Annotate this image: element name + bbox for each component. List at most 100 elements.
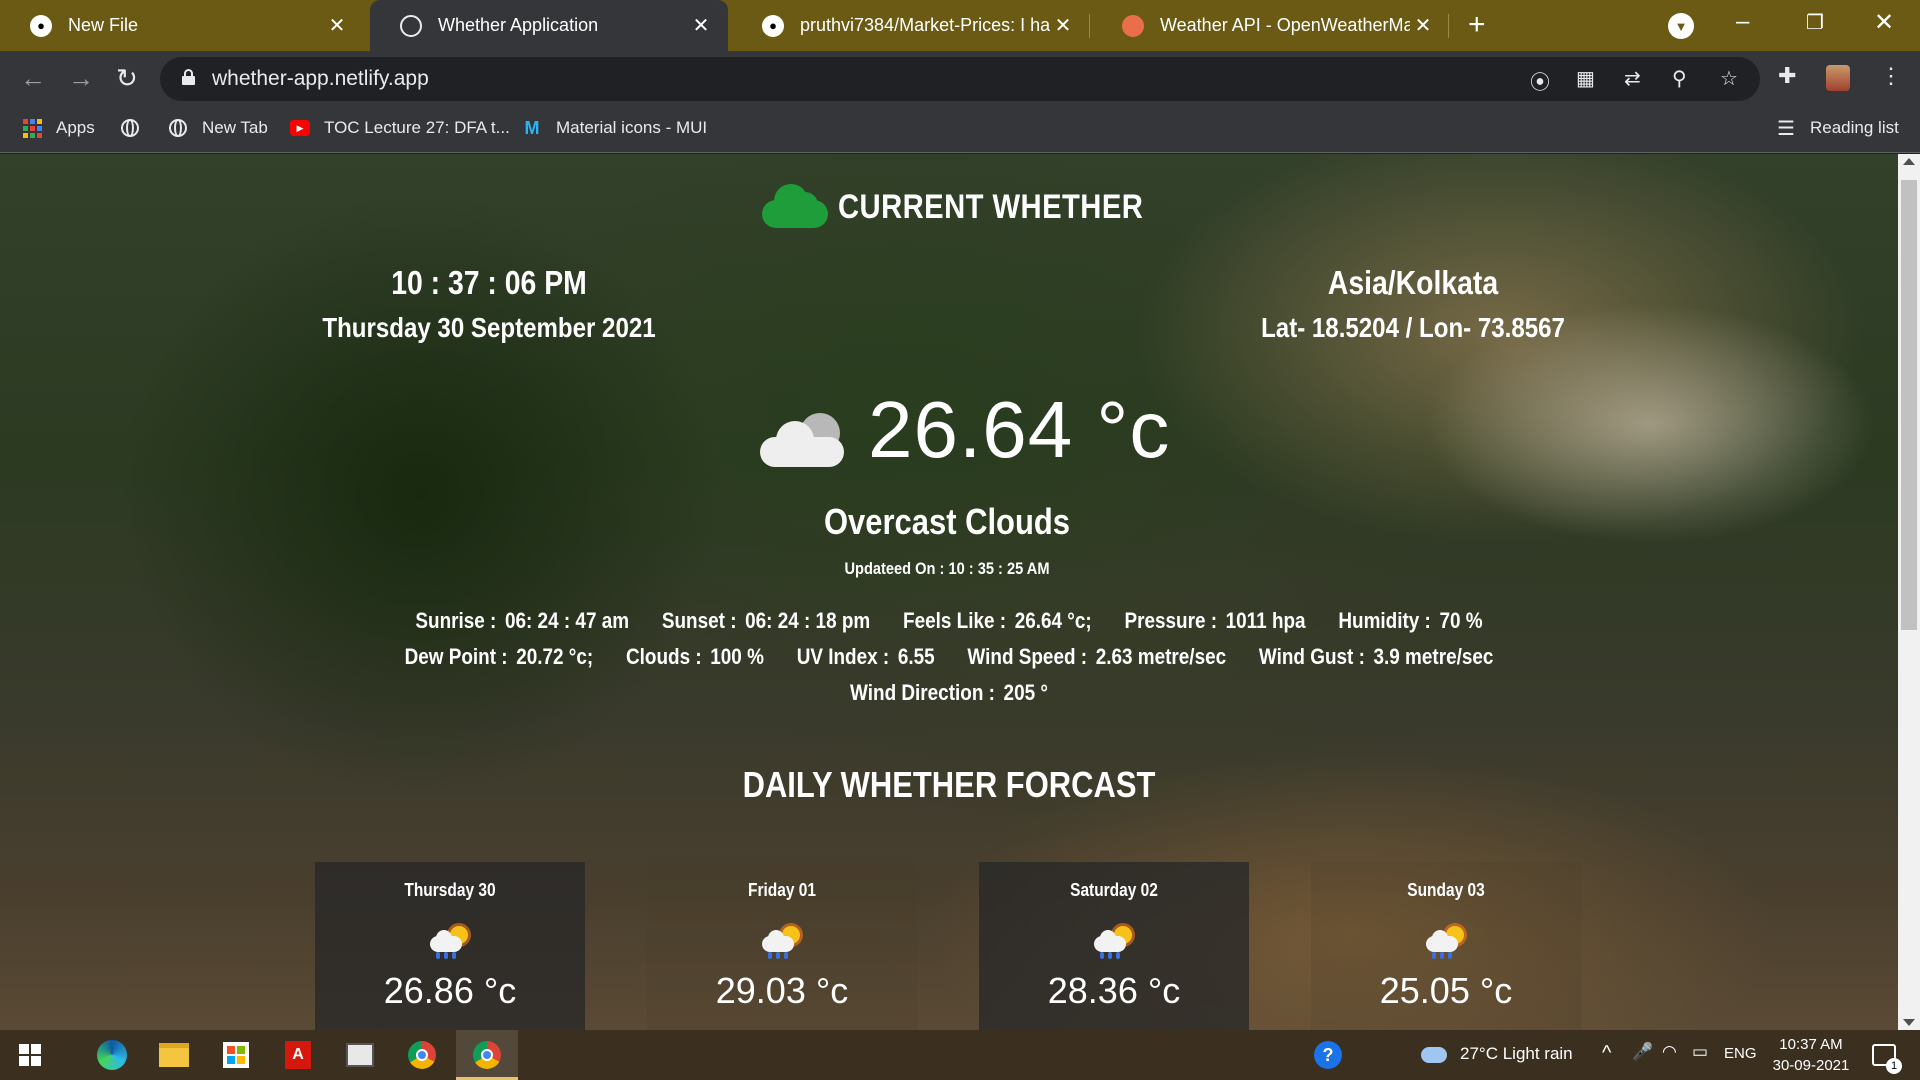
forecast-card[interactable]: Friday 01 29.03 °c [647, 862, 917, 1030]
taskbar-weather[interactable]: 27°C Light rain [1460, 1044, 1573, 1064]
tab-title: Whether Application [438, 15, 599, 35]
forecast-title: DAILY WHETHER FORCAST [742, 764, 1156, 805]
tab-openweathermap[interactable]: Weather API - OpenWeatherMap ✕ [1092, 0, 1450, 51]
tab-new-file[interactable]: ● New File ✕ [0, 0, 364, 51]
reading-list-label: Reading list [1810, 118, 1899, 137]
reading-list[interactable]: ☰ Reading list [1776, 118, 1899, 140]
notification-count: 1 [1886, 1058, 1902, 1074]
globe-icon [168, 118, 188, 138]
address-bar[interactable]: whether-app.netlify.app ⦿ ▦ ⇄ ⚲ ☆ [160, 57, 1760, 101]
location-icon[interactable]: ⦿ [1530, 66, 1550, 95]
url-text[interactable]: whether-app.netlify.app [212, 67, 429, 91]
overcast-clouds-icon [760, 409, 850, 469]
extensions-icon[interactable]: ✚ [1778, 63, 1796, 89]
forecast-day: Saturday 02 [1070, 880, 1158, 900]
stats-row-2: Dew Point :20.72 °c; Clouds :100 % UV In… [0, 644, 1898, 670]
new-tab-icon[interactable]: + [1468, 8, 1486, 42]
globe-icon [120, 118, 140, 138]
chevron-up-icon[interactable]: ^ [1602, 1042, 1611, 1065]
cloud-logo-icon [762, 182, 828, 228]
mui-icon: M [524, 117, 540, 138]
forecast-temp: 25.05 °c [1379, 970, 1513, 1011]
bookmark-new-tab[interactable]: New Tab [168, 118, 268, 138]
windows-taskbar: A ? 27°C Light rain ^ 🎤 ◠ ▭ ENG 10:37 AM… [0, 1030, 1920, 1080]
reload-icon[interactable]: ↻ [116, 63, 138, 94]
edge-icon[interactable] [96, 1039, 128, 1071]
close-icon[interactable]: ✕ [324, 13, 350, 38]
battery-icon[interactable]: ▭ [1692, 1042, 1708, 1062]
github-icon: ● [762, 14, 784, 37]
scroll-up-icon[interactable] [1903, 158, 1915, 165]
chrome-icon[interactable] [406, 1039, 438, 1071]
scroll-down-icon[interactable] [1903, 1019, 1915, 1026]
stat-humidity: Humidity :70 % [1338, 608, 1483, 633]
translate-icon[interactable]: ⇄ [1624, 66, 1641, 91]
chrome-profile-icon[interactable] [471, 1039, 503, 1071]
microsoft-store-icon[interactable] [220, 1039, 252, 1071]
stat-clouds: Clouds :100 % [625, 644, 764, 669]
page-scrollbar[interactable] [1898, 154, 1920, 1030]
acrobat-icon[interactable]: A [282, 1039, 314, 1071]
close-icon[interactable]: ✕ [688, 13, 714, 38]
tab-search-icon[interactable]: ▼ [1668, 13, 1694, 39]
bookmark-label: TOC Lecture 27: DFA t... [324, 118, 510, 137]
wifi-icon[interactable]: ◠ [1662, 1042, 1677, 1062]
lat-lon: Lat- 18.5204 / Lon- 73.8567 [1261, 312, 1565, 343]
forecast-day: Sunday 03 [1407, 880, 1485, 900]
tab-strip: ● New File ✕ Whether Application ✕ ● pru… [0, 0, 1920, 51]
tab-whether-application[interactable]: Whether Application ✕ [370, 0, 728, 51]
stat-pressure: Pressure :1011 hpa [1124, 608, 1306, 633]
tab-separator [1448, 14, 1449, 38]
forecast-day: Thursday 30 [404, 880, 496, 900]
weather-description: Overcast Clouds [823, 501, 1071, 542]
close-icon[interactable]: ✕ [1410, 13, 1436, 38]
apps-icon [22, 118, 42, 138]
system-clock[interactable]: 10:37 AM 30-09-2021 [1766, 1034, 1856, 1076]
bookmark-star-icon[interactable]: ☆ [1720, 66, 1738, 91]
stats-row-3: Wind Direction :205 ° [0, 680, 1898, 706]
tab-separator [1089, 14, 1090, 38]
rain-sun-icon [428, 926, 472, 960]
forecast-card[interactable]: Sunday 03 25.05 °c [1311, 862, 1581, 1030]
stat-wind-gust: Wind Gust :3.9 metre/sec [1258, 644, 1494, 669]
bookmark-toc-lecture[interactable]: ▶ TOC Lecture 27: DFA t... [290, 118, 510, 138]
current-date: Thursday 30 September 2021 [322, 312, 656, 343]
minimize-icon[interactable]: – [1736, 8, 1749, 36]
zoom-icon[interactable]: ⚲ [1672, 66, 1687, 91]
profile-avatar[interactable] [1826, 65, 1850, 91]
window-close-icon[interactable]: ✕ [1874, 8, 1894, 37]
back-icon[interactable]: ← [20, 63, 46, 94]
forecast-temp: 29.03 °c [715, 970, 849, 1011]
restore-icon[interactable]: ❐ [1806, 10, 1824, 35]
youtube-icon: ▶ [290, 118, 310, 138]
bookmark-apps[interactable]: Apps [22, 118, 95, 138]
bookmarks-bar: Apps New Tab ▶ TOC Lecture 27: DFA t... … [0, 106, 1920, 153]
stat-uv-index: UV Index :6.55 [796, 644, 935, 669]
forecast-card[interactable]: Thursday 30 26.86 °c [315, 862, 585, 1030]
snipping-tool-icon[interactable] [344, 1039, 376, 1071]
notifications-icon[interactable]: 1 [1868, 1039, 1902, 1074]
file-explorer-icon[interactable] [158, 1039, 190, 1071]
qr-code-icon[interactable]: ▦ [1576, 66, 1595, 91]
openweathermap-icon [1122, 14, 1144, 37]
forward-icon[interactable]: → [68, 63, 94, 94]
bookmark-material-icons[interactable]: M Material icons - MUI [522, 117, 708, 138]
tab-market-prices[interactable]: ● pruthvi7384/Market-Prices: I have c ✕ [732, 0, 1090, 51]
weather-cloud-icon[interactable] [1418, 1039, 1450, 1071]
windows-start-icon[interactable] [14, 1039, 46, 1071]
help-icon[interactable]: ? [1312, 1039, 1344, 1071]
page-title: CURRENT WHETHER [838, 188, 1144, 226]
forecast-temp: 26.86 °c [383, 970, 517, 1011]
microphone-icon[interactable]: 🎤 [1632, 1042, 1653, 1062]
menu-icon[interactable]: ⋮ [1880, 63, 1902, 89]
stat-feels-like: Feels Like :26.64 °c; [903, 608, 1092, 633]
clock-date: 30-09-2021 [1772, 1057, 1850, 1074]
close-icon[interactable]: ✕ [1050, 13, 1076, 38]
lock-icon [182, 69, 195, 85]
forecast-card[interactable]: Saturday 02 28.36 °c [979, 862, 1249, 1030]
scrollbar-thumb[interactable] [1901, 180, 1917, 630]
bookmark-globe[interactable] [120, 118, 154, 138]
github-icon: ● [30, 14, 52, 37]
language-indicator[interactable]: ENG [1724, 1045, 1757, 1062]
tab-title: New File [68, 15, 139, 35]
